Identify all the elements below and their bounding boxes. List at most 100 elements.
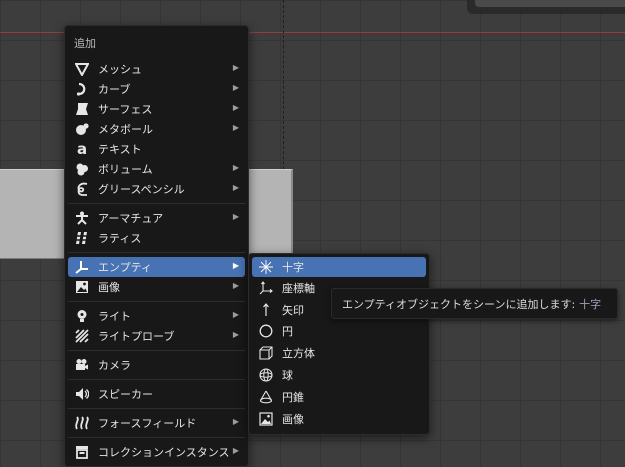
menu-item-label: メッシュ — [98, 63, 142, 76]
mesh-icon — [74, 61, 90, 77]
menu-item-speaker[interactable]: スピーカー — [68, 384, 245, 404]
menu-item-surface[interactable]: サーフェス ▶ — [68, 99, 245, 119]
menu-item-light[interactable]: ライト ▶ — [68, 306, 245, 326]
menu-item-label: フォースフィールド — [98, 417, 197, 430]
menu-item-label: ラティス — [98, 232, 142, 245]
submenu-item-label: 立方体 — [282, 347, 315, 360]
menu-item-label: ボリューム — [98, 163, 153, 176]
image-icon — [258, 411, 274, 427]
menu-item-mesh[interactable]: メッシュ ▶ — [68, 59, 245, 79]
submenu-item-cube[interactable]: 立方体 — [252, 343, 426, 363]
light-probe-icon — [74, 328, 90, 344]
menu-item-curve[interactable]: カーブ ▶ — [68, 79, 245, 99]
image-icon — [74, 279, 90, 295]
submenu-item-sphere[interactable]: 球 — [252, 365, 426, 385]
menu-item-lattice[interactable]: ラティス — [68, 228, 245, 248]
submenu-arrow-icon: ▶ — [232, 330, 239, 339]
menu-separator — [68, 437, 245, 438]
empty-icon — [74, 259, 90, 275]
speaker-icon — [74, 386, 90, 402]
menu-item-text[interactable]: a テキスト — [68, 139, 245, 159]
circle-icon — [258, 323, 274, 339]
submenu-item-label: 矢印 — [282, 304, 304, 317]
menu-item-label: アーマチュア — [98, 212, 164, 225]
cone-icon — [258, 389, 274, 405]
submenu-arrow-icon: ▶ — [232, 446, 239, 455]
menu-item-label: エンプティ — [98, 261, 153, 274]
menu-item-label: グリースペンシル — [98, 183, 185, 196]
submenu-item-plain-axes[interactable]: 十字 — [252, 257, 426, 277]
menu-item-label: カーブ — [98, 83, 131, 96]
submenu-arrow-icon: ▶ — [232, 103, 239, 112]
grease-pencil-icon — [74, 181, 90, 197]
menu-item-image[interactable]: 画像 ▶ — [68, 277, 245, 297]
menu-item-label: コレクションインスタンス — [98, 446, 230, 459]
menu-separator — [68, 350, 245, 351]
cube-icon — [258, 345, 274, 361]
submenu-arrow-icon: ▶ — [232, 123, 239, 132]
armature-icon — [74, 210, 90, 226]
menu-separator — [68, 379, 245, 380]
metaball-icon — [74, 121, 90, 137]
camera-icon — [74, 357, 90, 373]
svg-text:a: a — [77, 142, 87, 156]
lattice-icon — [74, 230, 90, 246]
submenu-item-image[interactable]: 画像 — [252, 409, 426, 429]
submenu-arrow-icon: ▶ — [232, 183, 239, 192]
header-panel — [467, 0, 625, 14]
arrows-icon — [258, 280, 274, 296]
submenu-arrow-icon: ▶ — [232, 212, 239, 221]
menu-title: 追加 — [74, 37, 96, 50]
force-field-icon — [74, 415, 90, 431]
menu-item-metaball[interactable]: メタボール ▶ — [68, 119, 245, 139]
menu-item-force-field[interactable]: フォースフィールド ▶ — [68, 413, 245, 433]
tooltip: エンプティオブジェクトをシーンに追加します: 十字 — [331, 288, 618, 319]
menu-item-camera[interactable]: カメラ — [68, 355, 245, 375]
menu-item-armature[interactable]: アーマチュア ▶ — [68, 208, 245, 228]
volume-icon — [74, 161, 90, 177]
menu-item-label: メタボール — [98, 123, 153, 136]
submenu-arrow-icon: ▶ — [232, 83, 239, 92]
plain-axes-icon — [258, 259, 274, 275]
submenu-item-label: 円 — [282, 325, 293, 338]
menu-item-empty[interactable]: エンプティ ▶ — [68, 257, 245, 277]
submenu-arrow-icon: ▶ — [232, 63, 239, 72]
submenu-item-label: 円錐 — [282, 391, 304, 404]
submenu-arrow-icon: ▶ — [232, 310, 239, 319]
menu-separator — [68, 252, 245, 253]
submenu-item-label: 球 — [282, 369, 293, 382]
menu-item-label: スピーカー — [98, 388, 153, 401]
submenu-item-circle[interactable]: 円 — [252, 321, 426, 341]
empty-submenu: 十字 座標軸 矢印 円 立方体 球 円錐 画像 — [248, 253, 430, 435]
menu-item-volume[interactable]: ボリューム ▶ — [68, 159, 245, 179]
menu-item-label: サーフェス — [98, 103, 153, 116]
submenu-item-label: 十字 — [282, 261, 304, 274]
tooltip-value: 十字 — [579, 297, 602, 311]
submenu-arrow-icon: ▶ — [232, 281, 239, 290]
tooltip-text: エンプティオブジェクトをシーンに追加します: — [342, 297, 576, 311]
menu-separator — [68, 301, 245, 302]
submenu-arrow-icon: ▶ — [232, 261, 239, 270]
single-arrow-icon — [258, 302, 274, 318]
add-menu: 追加 メッシュ ▶ カーブ ▶ サーフェス ▶ メタボール ▶ a テキスト ボ… — [64, 25, 249, 467]
submenu-item-cone[interactable]: 円錐 — [252, 387, 426, 407]
menu-item-light-probe[interactable]: ライトプローブ ▶ — [68, 326, 245, 346]
menu-item-label: 画像 — [98, 281, 120, 294]
collection-instance-icon — [74, 444, 90, 460]
menu-item-label: ライトプローブ — [98, 330, 175, 343]
text-icon: a — [74, 141, 90, 157]
sphere-icon — [258, 367, 274, 383]
menu-separator — [68, 203, 245, 204]
submenu-arrow-icon: ▶ — [232, 417, 239, 426]
submenu-item-label: 座標軸 — [282, 282, 315, 295]
submenu-arrow-icon: ▶ — [232, 163, 239, 172]
light-icon — [74, 308, 90, 324]
menu-item-label: テキスト — [98, 143, 142, 156]
surface-icon — [74, 101, 90, 117]
curve-icon — [74, 81, 90, 97]
menu-item-label: カメラ — [98, 359, 131, 372]
menu-separator — [68, 408, 245, 409]
menu-item-collection-instance[interactable]: コレクションインスタンス ▶ — [68, 442, 245, 462]
menu-item-label: ライト — [98, 310, 131, 323]
menu-item-grease-pencil[interactable]: グリースペンシル ▶ — [68, 179, 245, 199]
